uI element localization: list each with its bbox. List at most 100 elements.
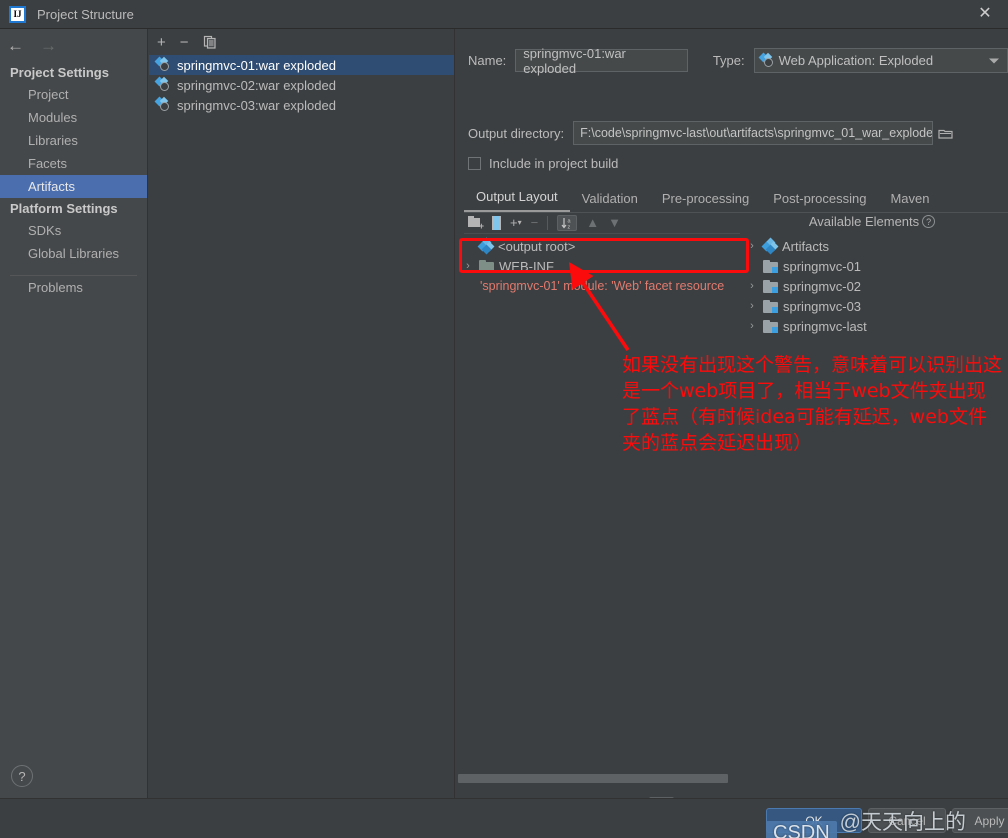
type-value: Web Application: Exploded — [778, 53, 934, 68]
add-archive-icon[interactable] — [492, 215, 501, 230]
list-item[interactable]: springmvc-02:war exploded — [149, 75, 454, 95]
chevron-right-icon[interactable]: › — [462, 260, 474, 272]
output-layout-toolbar: + + ▾ − a z ▲ ▼ — [464, 212, 740, 234]
tree-row[interactable]: 'springmvc-01' module: 'Web' facet resou… — [458, 276, 740, 296]
forward-arrow-icon[interactable]: → — [40, 37, 57, 54]
name-label: Name: — [468, 53, 507, 68]
tree-label: WEB-INF — [499, 258, 554, 274]
output-directory-label: Output directory: — [468, 125, 565, 141]
sidebar-item-facets[interactable]: Facets — [0, 152, 147, 175]
intellij-logo-icon: IJ — [9, 5, 26, 23]
move-down-icon[interactable]: ▼ — [608, 215, 621, 230]
tree-label: springmvc-01 — [783, 258, 862, 274]
tree-row[interactable]: › springmvc-01 — [742, 256, 1008, 276]
tree-row[interactable]: › springmvc-last — [742, 316, 1008, 336]
cancel-button[interactable]: Cancel — [868, 808, 946, 833]
chevron-down-icon — [989, 58, 999, 63]
tab-validation[interactable]: Validation — [570, 188, 650, 212]
output-directory-row: Output directory: F:\code\springmvc-last… — [468, 121, 959, 145]
war-exploded-icon — [154, 96, 172, 112]
output-layout-tree: › <output root> › WEB-INF 'springmvc-01'… — [458, 236, 740, 296]
include-in-build-checkbox[interactable] — [468, 157, 481, 170]
sidebar-group-project-settings: Project Settings — [10, 65, 109, 80]
dialog-button-bar: OK Cancel Apply — [0, 798, 1008, 838]
toolbar-divider — [547, 215, 549, 230]
artifact-label: springmvc-01:war exploded — [177, 57, 336, 73]
chevron-right-icon[interactable]: › — [746, 300, 758, 312]
war-exploded-icon — [154, 56, 172, 72]
nav-arrows: ← → — [0, 29, 147, 62]
tree-label: springmvc-last — [783, 318, 867, 334]
sidebar-item-project[interactable]: Project — [0, 83, 147, 106]
web-application-icon — [758, 52, 776, 68]
logo-text: IJ — [13, 8, 22, 19]
add-directory-icon[interactable]: + — [468, 216, 484, 231]
settings-sidebar: ← → Project Settings Project Modules Lib… — [0, 29, 148, 798]
back-arrow-icon[interactable]: ← — [7, 37, 24, 54]
tree-row[interactable]: › springmvc-02 — [742, 276, 1008, 296]
artifacts-toolbar: + − — [149, 29, 454, 55]
artifacts-list-panel: + − springmvc-01:war exploded springmvc-… — [149, 29, 455, 798]
module-icon — [763, 259, 778, 273]
sidebar-item-libraries[interactable]: Libraries — [0, 129, 147, 152]
include-in-build-label: Include in project build — [489, 156, 619, 171]
module-icon — [763, 279, 778, 293]
sidebar-item-problems[interactable]: Problems — [0, 276, 147, 299]
tree-row[interactable]: › WEB-INF — [458, 256, 740, 276]
sidebar-item-artifacts[interactable]: Artifacts — [0, 175, 147, 198]
sidebar-item-global-libraries[interactable]: Global Libraries — [0, 242, 147, 265]
detail-tabs: Output Layout Validation Pre-processing … — [464, 186, 1008, 213]
sidebar-item-modules[interactable]: Modules — [0, 106, 147, 129]
tab-maven[interactable]: Maven — [878, 188, 941, 212]
remove-element-icon[interactable]: − — [531, 215, 539, 230]
module-icon — [763, 319, 778, 333]
horizontal-scrollbar-thumb[interactable] — [458, 774, 728, 783]
close-icon[interactable]: ✕ — [962, 0, 1008, 28]
tree-label: <output root> — [498, 238, 576, 254]
folder-icon — [479, 260, 494, 272]
available-elements-label: Available Elements — [808, 214, 920, 229]
name-input[interactable]: springmvc-01:war exploded — [515, 46, 688, 76]
artifact-icon — [477, 237, 495, 255]
copy-artifact-icon[interactable] — [203, 35, 217, 49]
available-elements-header: Available Elements ? — [736, 214, 1008, 229]
output-directory-input[interactable]: F:\code\springmvc-last\out\artifacts\spr… — [573, 121, 934, 145]
sidebar-item-sdks[interactable]: SDKs — [0, 219, 147, 242]
artifacts-list: springmvc-01:war exploded springmvc-02:w… — [149, 55, 454, 115]
list-item[interactable]: springmvc-01:war exploded — [149, 55, 454, 75]
chevron-right-icon[interactable]: › — [746, 240, 758, 252]
help-icon[interactable]: ? — [11, 765, 33, 787]
sort-alphabetically-icon[interactable]: a z — [557, 214, 578, 231]
svg-text:z: z — [568, 224, 571, 230]
module-icon — [763, 299, 778, 313]
add-element-icon[interactable]: + ▾ — [510, 215, 522, 230]
tab-pre-processing[interactable]: Pre-processing — [650, 188, 761, 212]
project-structure-dialog: IJ Project Structure ✕ ← → Project Setti… — [0, 0, 1008, 838]
title-bar: IJ Project Structure ✕ — [0, 0, 1008, 29]
artifact-label: springmvc-02:war exploded — [177, 77, 336, 93]
type-label: Type: — [712, 53, 745, 68]
tab-output-layout[interactable]: Output Layout — [464, 186, 570, 212]
tab-post-processing[interactable]: Post-processing — [761, 188, 878, 212]
ok-button[interactable]: OK — [766, 808, 862, 833]
tree-label-warning: 'springmvc-01' module: 'Web' facet resou… — [480, 279, 725, 293]
move-up-icon[interactable]: ▲ — [586, 215, 599, 230]
tree-row[interactable]: › Artifacts — [742, 236, 1008, 256]
chevron-right-icon[interactable]: › — [746, 280, 758, 292]
annotation-note: 如果没有出现这个警告，意味着可以识别出这是一个web项目了，相当于web文件夹出… — [622, 354, 1003, 454]
add-artifact-icon[interactable]: + — [157, 35, 166, 50]
name-row: Name: springmvc-01:war exploded Type: We… — [468, 46, 1008, 76]
chevron-right-icon[interactable]: › — [746, 320, 758, 332]
tree-label: Artifacts — [782, 238, 829, 254]
help-circle-icon[interactable]: ? — [922, 215, 936, 228]
artifact-icon — [761, 237, 779, 255]
type-select[interactable]: Web Application: Exploded — [753, 48, 1008, 73]
tree-row[interactable]: › <output root> — [458, 236, 740, 256]
tree-label: springmvc-02 — [783, 278, 862, 294]
apply-button[interactable]: Apply — [952, 808, 1008, 833]
include-in-build-row[interactable]: Include in project build — [468, 156, 618, 171]
remove-artifact-icon[interactable]: − — [180, 35, 189, 50]
list-item[interactable]: springmvc-03:war exploded — [149, 95, 454, 115]
browse-folder-icon[interactable] — [933, 121, 959, 145]
tree-row[interactable]: › springmvc-03 — [742, 296, 1008, 316]
